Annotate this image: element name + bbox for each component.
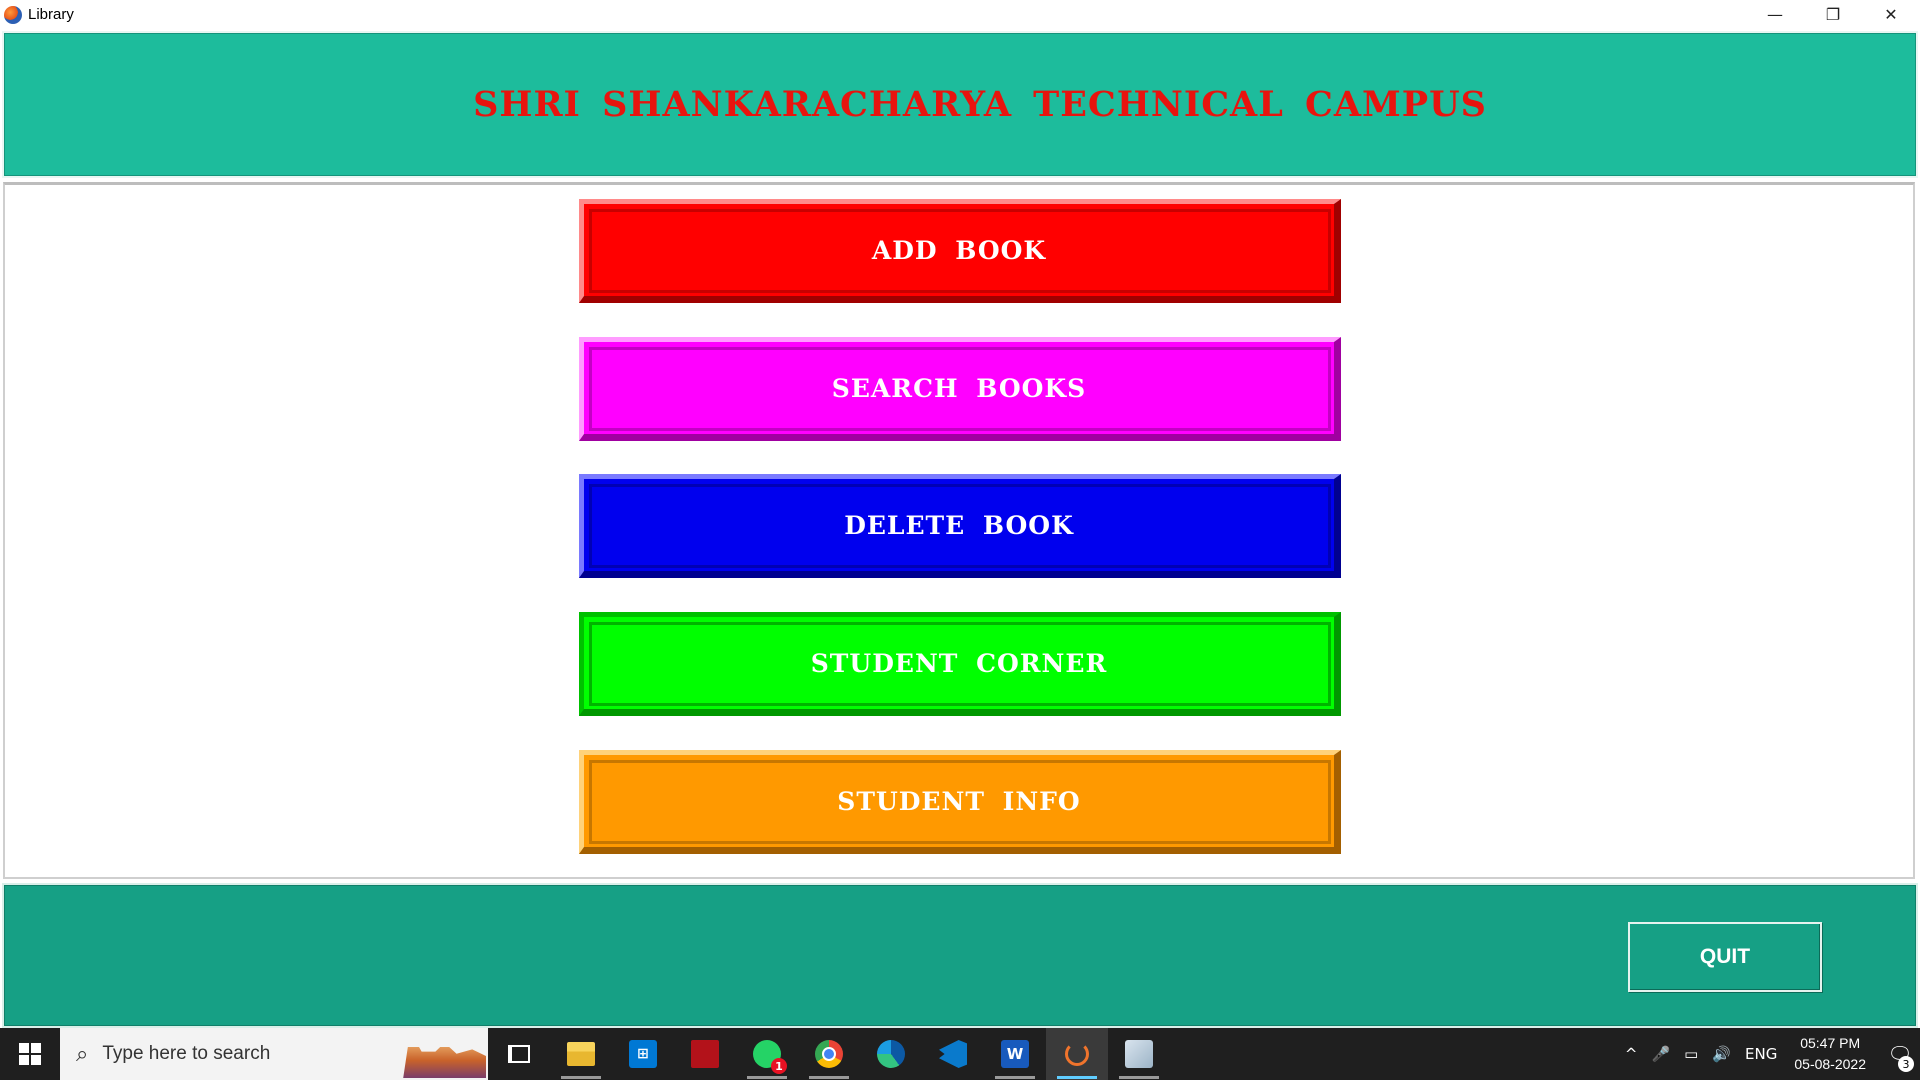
- active-app-icon: [1065, 1042, 1089, 1066]
- store-icon: ⊞: [629, 1040, 657, 1068]
- notification-count: 3: [1898, 1056, 1914, 1072]
- close-button[interactable]: ✕: [1862, 0, 1920, 29]
- taskbar-word[interactable]: W: [984, 1028, 1046, 1080]
- minimize-button[interactable]: —: [1746, 0, 1804, 29]
- taskbar-chrome[interactable]: [798, 1028, 860, 1080]
- task-view-icon: [508, 1045, 530, 1063]
- microphone-icon[interactable]: 🎤: [1651, 1045, 1670, 1063]
- python-app-icon: [1125, 1040, 1153, 1068]
- system-tray: ^ 🎤 ▭ 🔊 ENG 05:47 PM 05-08-2022 🗨 3: [1618, 1028, 1920, 1080]
- window-controls: — ❐ ✕: [1746, 0, 1920, 29]
- vscode-icon: [939, 1040, 967, 1068]
- student-info-button[interactable]: STUDENT INFO: [579, 750, 1341, 854]
- start-button[interactable]: [0, 1028, 60, 1080]
- whatsapp-badge: 1: [771, 1058, 787, 1074]
- search-input[interactable]: Type here to search: [102, 1043, 270, 1065]
- header-banner: SHRI SHANKARACHARYA TECHNICAL CAMPUS: [2, 31, 1918, 178]
- task-view-button[interactable]: [488, 1028, 550, 1080]
- taskbar-edge[interactable]: [860, 1028, 922, 1080]
- battery-icon[interactable]: ▭: [1684, 1045, 1698, 1063]
- window-title: Library: [28, 6, 74, 23]
- taskbar-vscode[interactable]: [922, 1028, 984, 1080]
- clock[interactable]: 05:47 PM 05-08-2022: [1794, 1033, 1866, 1075]
- word-icon: W: [1001, 1040, 1029, 1068]
- windows-logo-icon: [19, 1043, 41, 1065]
- clock-time: 05:47 PM: [1800, 1035, 1861, 1051]
- restore-button[interactable]: ❐: [1804, 0, 1862, 29]
- window-titlebar[interactable]: Library — ❐ ✕: [0, 0, 1920, 29]
- notification-button[interactable]: 🗨 3: [1880, 1028, 1920, 1080]
- quit-button[interactable]: QUIT: [1628, 922, 1822, 992]
- footer-bar: QUIT: [2, 883, 1918, 1028]
- taskbar-search[interactable]: ⌕ Type here to search: [60, 1028, 488, 1080]
- taskbar-active-app[interactable]: [1046, 1028, 1108, 1080]
- chevron-up-icon[interactable]: ^: [1625, 1045, 1638, 1063]
- search-icon: ⌕: [76, 1041, 89, 1067]
- student-corner-button[interactable]: STUDENT CORNER: [579, 612, 1341, 716]
- taskbar-whatsapp[interactable]: 1: [736, 1028, 798, 1080]
- taskbar-file-explorer[interactable]: [550, 1028, 612, 1080]
- clock-date: 05-08-2022: [1794, 1056, 1866, 1072]
- edge-icon: [877, 1040, 905, 1068]
- chrome-icon: [815, 1040, 843, 1068]
- taskbar-red-app[interactable]: [674, 1028, 736, 1080]
- app-icon: [4, 5, 22, 24]
- whatsapp-icon: 1: [753, 1040, 787, 1074]
- add-book-button[interactable]: ADD BOOK: [579, 199, 1341, 303]
- volume-icon[interactable]: 🔊: [1712, 1045, 1731, 1063]
- language-indicator[interactable]: ENG: [1745, 1045, 1777, 1063]
- delete-book-button[interactable]: DELETE BOOK: [579, 474, 1341, 578]
- file-explorer-icon: [567, 1042, 595, 1066]
- search-highlight-art: [403, 1038, 486, 1078]
- search-books-button[interactable]: SEARCH BOOKS: [579, 337, 1341, 441]
- taskbar: ⌕ Type here to search ⊞ 1 W ^ 🎤 ▭ 🔊 ENG …: [0, 1028, 1920, 1080]
- red-app-icon: [691, 1040, 719, 1068]
- taskbar-python-app[interactable]: [1108, 1028, 1170, 1080]
- page-title: SHRI SHANKARACHARYA TECHNICAL CAMPUS: [473, 84, 1487, 125]
- taskbar-store[interactable]: ⊞: [612, 1028, 674, 1080]
